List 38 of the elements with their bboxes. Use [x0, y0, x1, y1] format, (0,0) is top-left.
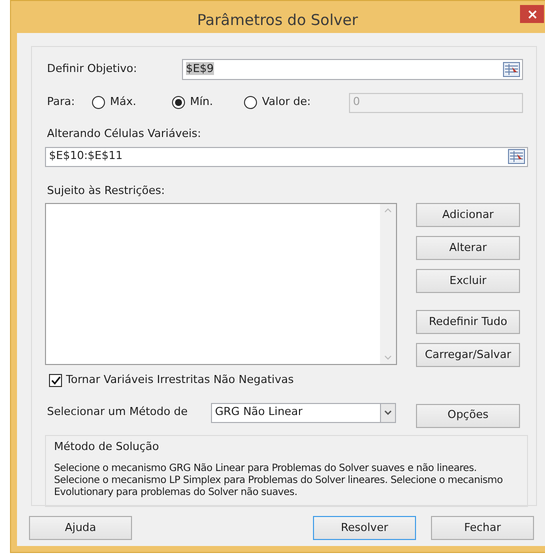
radio-label: Mín.: [190, 94, 214, 110]
description-text: Selecione o mecanismo GRG Não Linear para Problemas do Solver suaves e não lineares. Selecione o mecanismo LP Simplex para Problemas do Solver lineares. Selecione o mecanismo Evolutionary para problemas do Solver não suaves.: [54, 463, 504, 499]
options-button[interactable]: Opções: [416, 404, 520, 428]
range-select-icon: [503, 62, 520, 77]
field-label: Para:: [46, 94, 76, 110]
objective-field[interactable]: $E$9: [182, 59, 523, 80]
field-value: GRG Não Linear: [215, 404, 304, 420]
field-value: $E$9: [186, 61, 215, 78]
dialog-button[interactable]: Fechar: [431, 516, 534, 540]
field-label: Definir Objetivo:: [46, 61, 138, 78]
radio-button[interactable]: [92, 96, 105, 109]
action-button[interactable]: Adicionar: [416, 203, 520, 227]
field-label: Alterando Células Variáveis:: [46, 127, 202, 140]
checkmark-icon: [50, 376, 60, 385]
field-value: 0: [353, 94, 360, 110]
checkbox[interactable]: [49, 374, 62, 387]
checkbox-label: Tornar Variáveis Irrestritas Não Negativas: [66, 372, 294, 388]
field-label: Selecionar um Método de: [46, 404, 189, 420]
radio-label: Valor de:: [262, 94, 311, 110]
window-title: Parâmetros do Solver: [197, 10, 358, 31]
action-button[interactable]: Alterar: [416, 236, 520, 260]
close-icon: [528, 10, 536, 18]
field-value: $E$10:$E$11: [49, 148, 124, 164]
variable-cells-field[interactable]: $E$10:$E$11: [45, 146, 528, 166]
section-title: Método de Solução: [54, 438, 160, 454]
action-button[interactable]: Excluir: [416, 269, 520, 293]
action-button[interactable]: Redefinir Tudo: [416, 310, 520, 334]
radio-label: Máx.: [110, 94, 136, 110]
radio-button[interactable]: [172, 96, 185, 109]
action-button[interactable]: Carregar/Salvar: [416, 343, 520, 367]
dialog-button[interactable]: Ajuda: [29, 516, 132, 540]
method-dropdown[interactable]: GRG Não Linear: [211, 402, 396, 422]
dropdown-caret-icon: [384, 410, 392, 415]
radio-button[interactable]: [244, 96, 257, 109]
close-button[interactable]: [520, 5, 544, 23]
field-label: Sujeito às Restrições:: [46, 184, 165, 196]
range-select-icon: [508, 149, 525, 164]
dialog-button[interactable]: Resolver: [313, 516, 416, 540]
